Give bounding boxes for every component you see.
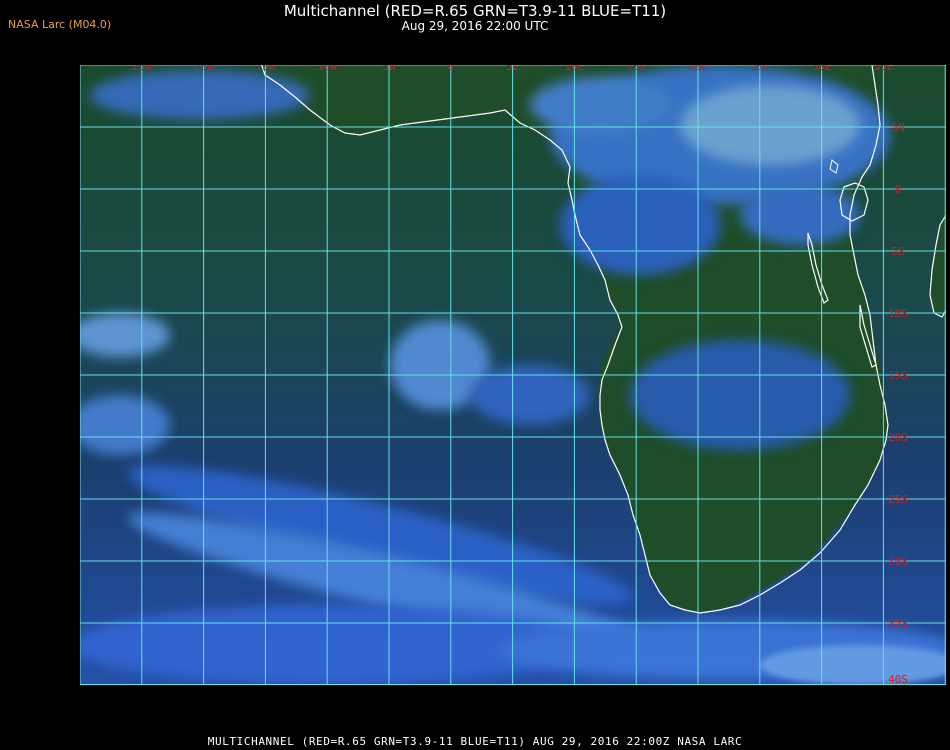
longitude-label: 25E [750, 65, 770, 73]
latitude-label: 10S [888, 307, 908, 320]
latitude-label: 25S [888, 493, 908, 506]
latitude-label: 40S [888, 673, 908, 685]
longitude-label: 5E [506, 65, 519, 73]
longitude-label: 0 [447, 65, 454, 73]
latitude-label: 0 [895, 183, 902, 196]
longitude-label: 20E [688, 65, 708, 73]
latitude-label: 15S [888, 369, 908, 382]
longitude-label: 25W [132, 65, 152, 73]
longitude-label: 5W [382, 65, 396, 73]
longitude-label: 15E [626, 65, 646, 73]
map-bottom-strip [80, 685, 946, 727]
image-title: Multichannel (RED=R.65 GRN=T3.9-11 BLUE=… [283, 2, 667, 20]
map-canvas: 25W 20W 15W 10W 5W 0 5E 10E 15E 20E 25E 30E 35E 5N 0 5… [70, 59, 950, 686]
longitude-label: 15W [255, 65, 275, 73]
latitude-label: 5N [891, 121, 904, 134]
image-timestamp: Aug 29, 2016 22:00 UTC [401, 19, 549, 33]
longitude-label: 30E [812, 65, 832, 73]
latitude-label: 30S [888, 555, 908, 568]
satellite-image-page: Multichannel (RED=R.65 GRN=T3.9-11 BLUE=… [0, 0, 950, 750]
longitude-label: 10E [564, 65, 584, 73]
image-footer-caption: MULTICHANNEL (RED=R.65 GRN=T3.9-11 BLUE=… [207, 735, 743, 748]
latitude-label: 20S [888, 431, 908, 444]
longitude-label: 20W [194, 65, 214, 73]
longitude-label: 10W [317, 65, 337, 73]
source-label: NASA Larc (M04.0) [8, 18, 112, 31]
longitude-label: 35E [873, 65, 893, 73]
latitude-label: 5S [891, 245, 904, 258]
latitude-label: 35S [888, 617, 908, 630]
satellite-map: 25W 20W 15W 10W 5W 0 5E 10E 15E 20E 25E 30E 35E 5N 0 5… [70, 59, 950, 686]
